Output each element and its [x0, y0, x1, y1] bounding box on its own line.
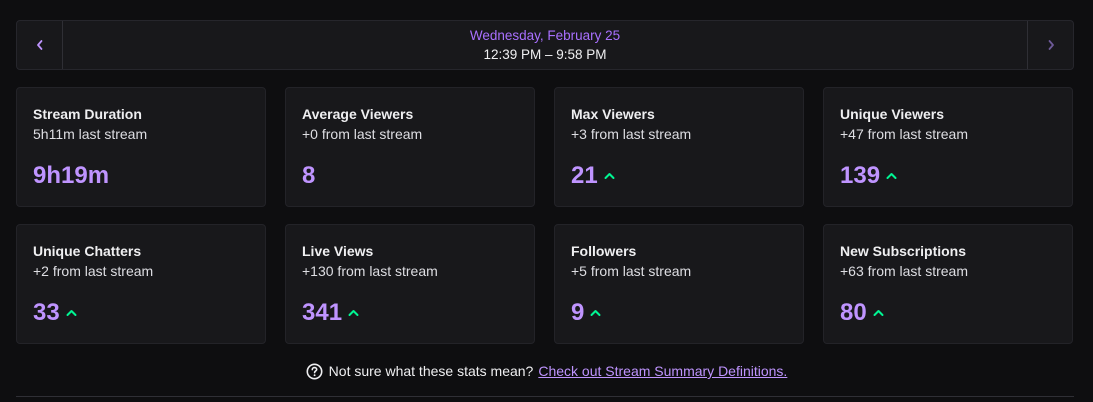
- stat-value: 8: [302, 162, 316, 189]
- stat-card-unique-viewers: Unique Viewers +47 from last stream 139: [823, 87, 1073, 207]
- date-display: Wednesday, February 25 12:39 PM – 9:58 P…: [63, 21, 1027, 69]
- stream-time-range: 12:39 PM – 9:58 PM: [483, 47, 607, 62]
- help-text: Not sure what these stats mean?: [328, 363, 534, 379]
- stats-help: Not sure what these stats mean? Check ou…: [0, 361, 1093, 381]
- stat-value: 9: [571, 299, 585, 326]
- stat-comparison: +130 from last stream: [302, 263, 438, 279]
- stat-title: Stream Duration: [33, 106, 142, 122]
- stat-value: 80: [840, 299, 867, 326]
- stats-grid: Stream Duration 5h11m last stream 9h19m …: [16, 87, 1074, 344]
- chevron-left-icon: [36, 40, 42, 50]
- stat-value: 21: [571, 162, 598, 189]
- question-circle-icon: [306, 363, 323, 380]
- stream-summary: Wednesday, February 25 12:39 PM – 9:58 P…: [0, 0, 1093, 402]
- trend-up-icon: [886, 172, 897, 180]
- stat-comparison: +47 from last stream: [840, 126, 968, 142]
- stat-comparison: 5h11m last stream: [33, 126, 148, 142]
- stat-card-average-viewers: Average Viewers +0 from last stream 8: [285, 87, 535, 207]
- stat-value: 9h19m: [33, 162, 110, 189]
- chevron-right-icon: [1048, 40, 1054, 50]
- date-navigator: Wednesday, February 25 12:39 PM – 9:58 P…: [16, 20, 1074, 70]
- stat-title: Unique Chatters: [33, 243, 142, 259]
- stat-comparison: +2 from last stream: [33, 263, 154, 279]
- next-stream-button[interactable]: [1027, 21, 1073, 69]
- stat-card-max-viewers: Max Viewers +3 from last stream 21: [554, 87, 804, 207]
- stat-title: Max Viewers: [571, 106, 655, 122]
- stat-card-live-views: Live Views +130 from last stream 341: [285, 224, 535, 344]
- stat-card-unique-chatters: Unique Chatters +2 from last stream 33: [16, 224, 266, 344]
- stat-title: Followers: [571, 243, 637, 259]
- stat-title: Unique Viewers: [840, 106, 945, 122]
- stat-value: 139: [840, 162, 881, 189]
- stream-date: Wednesday, February 25: [469, 28, 621, 43]
- stat-card-followers: Followers +5 from last stream 9: [554, 224, 804, 344]
- stream-summary-definitions-link[interactable]: Check out Stream Summary Definitions.: [538, 361, 787, 381]
- stat-card-new-subscriptions: New Subscriptions +63 from last stream 8…: [823, 224, 1073, 344]
- trend-up-icon: [66, 309, 77, 317]
- stat-title: Average Viewers: [302, 106, 414, 122]
- trend-up-icon: [590, 309, 601, 317]
- trend-up-icon: [873, 309, 884, 317]
- stat-card-stream-duration: Stream Duration 5h11m last stream 9h19m: [16, 87, 266, 207]
- stat-title: New Subscriptions: [840, 243, 967, 259]
- stat-comparison: +5 from last stream: [571, 263, 692, 279]
- stat-value: 33: [33, 299, 60, 326]
- trend-up-icon: [604, 172, 615, 180]
- previous-stream-button[interactable]: [17, 21, 63, 69]
- divider: [16, 396, 1074, 397]
- trend-up-icon: [348, 309, 359, 317]
- stat-comparison: +0 from last stream: [302, 126, 423, 142]
- stat-title: Live Views: [302, 243, 374, 259]
- stat-comparison: +3 from last stream: [571, 126, 692, 142]
- stat-value: 341: [302, 299, 343, 326]
- stat-comparison: +63 from last stream: [840, 263, 968, 279]
